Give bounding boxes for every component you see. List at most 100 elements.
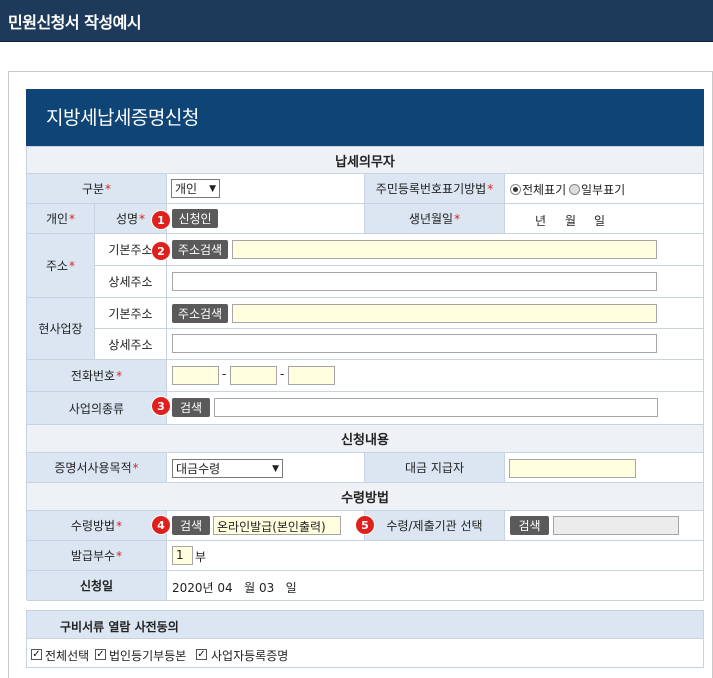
phone-label: 전화번호 [70,369,116,383]
form-header: 지방세납세증명신청 [26,89,704,146]
type-label-cell: 구분 * [27,174,167,204]
type-select[interactable]: 개인 ▼ [171,179,220,198]
step-badge-1: 1 [152,211,170,229]
required-mark: * [116,518,123,533]
section-receipt: 수령방법 [27,483,704,511]
birth-label-cell: 생년월일 * [365,204,505,234]
required-mark: * [454,211,461,226]
required-mark: * [69,258,76,273]
step-badge-5: 5 [356,516,374,534]
basic-address-value-cell: 주소검색 [167,234,704,266]
business-search-button[interactable]: 검색 [172,398,210,417]
required-mark: * [69,211,76,226]
checkbox-select-all[interactable]: ✓ [31,649,42,660]
checkbox-business-registration[interactable]: ✓ [196,649,207,660]
radio-partial-display-label: 일부표기 [581,183,626,197]
address-label: 주소 [45,259,69,273]
copies-label: 발급부수 [70,549,116,563]
workplace-basic-value-cell: 주소검색 [167,298,704,329]
section-taxpayer-title: 납세의무자 [335,154,395,170]
birth-day: 일 [594,214,606,228]
method-label: 수령방법 [70,519,116,533]
phone-input-3[interactable] [288,366,335,385]
business-type-label: 사업의종류 [68,401,125,416]
workplace-basic-input[interactable] [232,304,657,323]
agency-search-button[interactable]: 검색 [510,516,549,535]
agency-value-cell: 검색 [505,511,704,541]
date-value: 2020년 04 월 03 일 [172,581,297,595]
workplace-search-button[interactable]: 주소검색 [172,304,228,323]
consent-header: 구비서류 열람 사전동의 [27,611,703,639]
applicant-button[interactable]: 신청인 [172,209,218,228]
purpose-select[interactable]: 대금수령 ▼ [172,459,283,478]
section-taxpayer: 납세의무자 [27,147,704,174]
agency-label: 수령/제출기관 선택 [386,519,483,533]
checkbox-select-all-label: 전체선택 [45,649,90,663]
workplace-basic-label-cell: 기본주소 [95,298,167,329]
step-badge-4: 4 [152,516,170,534]
method-value-cell: 검색 온라인발급(본인출력) [167,511,365,541]
workplace-detail-label-cell: 상세주소 [95,329,167,360]
detail-address-value-cell [167,266,704,298]
required-mark: * [139,211,146,226]
required-mark: * [116,368,123,383]
section-application: 신청내용 [27,425,704,453]
address-label-cell: 주소 * [27,234,95,298]
agency-input [553,516,679,535]
purpose-select-value: 대금수령 [176,462,221,476]
address-search-button[interactable]: 주소검색 [172,240,228,259]
basic-address-input[interactable] [232,240,657,259]
detail-address-label: 상세주소 [108,275,153,289]
phone-label-cell: 전화번호 * [27,360,167,392]
detail-address-input[interactable] [172,272,657,291]
date-label: 신청일 [79,579,114,593]
method-input[interactable]: 온라인발급(본인출력) [213,516,341,535]
window-titlebar: 민원신청서 작성예시 [0,0,713,42]
section-application-title: 신청내용 [341,433,389,448]
method-search-button[interactable]: 검색 [172,516,210,535]
id-display-label: 주민등록번호표기방법 [375,182,487,196]
phone-input-2[interactable] [230,366,277,385]
payer-value-cell [505,453,704,483]
individual-label: 개인 [45,212,69,226]
basic-address-label: 기본주소 [108,243,153,257]
workplace-detail-input[interactable] [172,334,657,353]
workplace-label-cell: 현사업장 [27,298,95,360]
name-label: 성명 [115,212,139,226]
type-select-value: 개인 [175,182,198,196]
consent-title: 구비서류 열람 사전동의 [60,620,179,634]
payer-label-cell: 대금 지급자 [365,453,505,483]
form-title: 지방세납세증명신청 [46,107,199,129]
phone-input-1[interactable] [172,366,219,385]
payer-input[interactable] [509,459,636,478]
birth-label: 생년월일 [408,212,454,226]
radio-full-display-label: 전체표기 [522,183,567,197]
date-value-cell: 2020년 04 월 03 일 [167,571,704,601]
copies-input[interactable]: 1 [172,546,193,565]
business-type-value-cell: 검색 [167,392,704,425]
name-value-cell: 신청인 [167,204,365,234]
business-type-input[interactable] [214,398,658,417]
method-label-cell: 수령방법 * [27,511,167,541]
chevron-down-icon: ▼ [209,183,216,194]
step-badge-2: 2 [152,242,170,260]
business-type-label-cell: 사업의종류 [27,392,167,425]
individual-label-cell: 개인 * [27,204,95,234]
radio-partial-display[interactable] [569,184,580,195]
detail-address-label-cell: 상세주소 [95,266,167,298]
purpose-label: 증명서사용목적 [54,461,132,475]
consent-panel: 구비서류 열람 사전동의 ✓ 전체선택 ✓ 법인등기부등본 ✓ 사업자등록증명 [26,610,704,668]
checkbox-corporate-registry-label: 법인등기부등본 [109,649,187,663]
radio-full-display[interactable] [510,184,521,195]
workplace-label: 현사업장 [38,322,83,336]
phone-separator: - [280,367,285,381]
copies-label-cell: 발급부수 * [27,541,167,571]
agency-label-cell: 수령/제출기관 선택 [365,511,505,541]
checkbox-corporate-registry[interactable]: ✓ [95,649,106,660]
purpose-value-cell: 대금수령 ▼ [167,453,365,483]
type-label: 구분 [81,182,105,196]
required-mark: * [105,181,112,196]
checkbox-business-registration-label: 사업자등록증명 [211,649,289,663]
type-value-cell: 개인 ▼ [167,174,365,204]
id-display-value-cell: 전체표기 일부표기 [505,174,704,204]
